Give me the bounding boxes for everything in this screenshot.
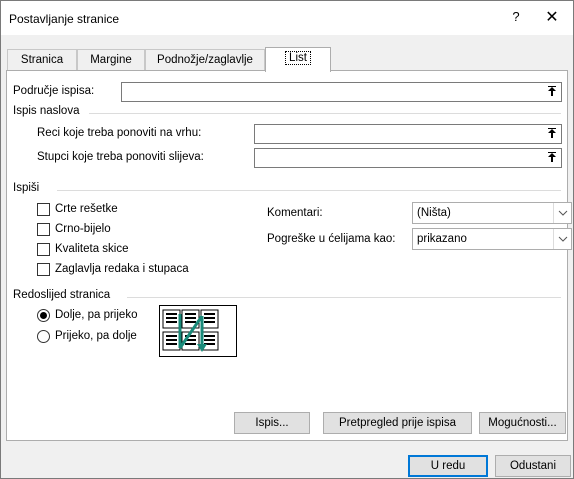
print-group-label: Ispiši bbox=[13, 182, 44, 194]
draft-quality-label: Kvaliteta skice bbox=[55, 243, 129, 255]
cols-to-repeat-input[interactable] bbox=[254, 148, 562, 168]
tab-stranica[interactable]: Stranica bbox=[7, 49, 77, 71]
print-area-input[interactable] bbox=[121, 82, 562, 102]
help-button[interactable]: ? bbox=[506, 9, 526, 27]
tab-label: List bbox=[285, 51, 311, 65]
tab-label: Podnožje/zaglavlje bbox=[157, 54, 253, 66]
draft-quality-checkbox[interactable] bbox=[37, 243, 50, 256]
comments-value: (Ništa) bbox=[417, 207, 451, 219]
cell-errors-label: Pogreške u ćelijama kao: bbox=[267, 233, 396, 245]
tab-label: Margine bbox=[90, 54, 132, 66]
print-titles-group-label: Ispis naslova bbox=[13, 105, 84, 117]
cancel-button[interactable]: Odustani bbox=[495, 455, 571, 477]
over-then-down-radio[interactable] bbox=[37, 330, 50, 343]
cell-errors-dropdown[interactable]: prikazano bbox=[412, 228, 572, 250]
group-divider bbox=[89, 113, 561, 114]
black-and-white-checkbox[interactable] bbox=[37, 223, 50, 236]
options-button[interactable]: Mogućnosti... bbox=[479, 412, 566, 434]
tab-podnozje-zaglavlje[interactable]: Podnožje/zaglavlje bbox=[145, 49, 265, 71]
group-divider bbox=[57, 190, 561, 191]
print-area-label: Područje ispisa: bbox=[13, 85, 95, 97]
row-col-headings-label: Zaglavlja redaka i stupaca bbox=[55, 263, 189, 275]
chevron-down-icon[interactable] bbox=[553, 229, 571, 249]
collapse-dialog-icon[interactable] bbox=[543, 83, 561, 101]
page-order-group-label: Redoslijed stranica bbox=[13, 289, 115, 301]
comments-dropdown[interactable]: (Ništa) bbox=[412, 202, 572, 224]
tab-list[interactable]: List bbox=[265, 47, 331, 72]
close-button[interactable]: ✕ bbox=[538, 7, 566, 29]
row-col-headings-checkbox[interactable] bbox=[37, 263, 50, 276]
chevron-down-icon[interactable] bbox=[553, 203, 571, 223]
cols-to-repeat-label: Stupci koje treba ponoviti slijeva: bbox=[37, 151, 204, 163]
dialog-title: Postavljanje stranice bbox=[9, 12, 120, 26]
rows-to-repeat-label: Reci koje treba ponoviti na vrhu: bbox=[37, 127, 202, 139]
cell-errors-value: prikazano bbox=[417, 233, 467, 245]
gridlines-checkbox[interactable] bbox=[37, 203, 50, 216]
print-button[interactable]: Ispis... bbox=[234, 412, 310, 434]
page-setup-dialog: Postavljanje stranice ? ✕ Stranica Margi… bbox=[0, 0, 574, 479]
down-then-over-label: Dolje, pa prijeko bbox=[55, 309, 138, 321]
sheet-tab-panel: Područje ispisa: Ispis naslova Reci koje… bbox=[6, 70, 572, 441]
title-bar: Postavljanje stranice ? ✕ bbox=[1, 1, 573, 35]
comments-label: Komentari: bbox=[267, 207, 323, 219]
over-then-down-label: Prijeko, pa dolje bbox=[55, 330, 137, 342]
print-preview-button[interactable]: Pretpregled prije ispisa bbox=[323, 412, 472, 434]
tab-margine[interactable]: Margine bbox=[77, 49, 145, 71]
ok-button[interactable]: U redu bbox=[408, 455, 488, 477]
group-divider bbox=[127, 297, 561, 298]
page-order-preview-icon bbox=[159, 305, 237, 357]
collapse-dialog-icon[interactable] bbox=[543, 125, 561, 143]
gridlines-label: Crte rešetke bbox=[55, 203, 118, 215]
tab-label: Stranica bbox=[20, 54, 64, 66]
down-then-over-radio[interactable] bbox=[37, 309, 50, 322]
rows-to-repeat-input[interactable] bbox=[254, 124, 562, 144]
black-and-white-label: Crno-bijelo bbox=[55, 223, 111, 235]
collapse-dialog-icon[interactable] bbox=[543, 149, 561, 167]
